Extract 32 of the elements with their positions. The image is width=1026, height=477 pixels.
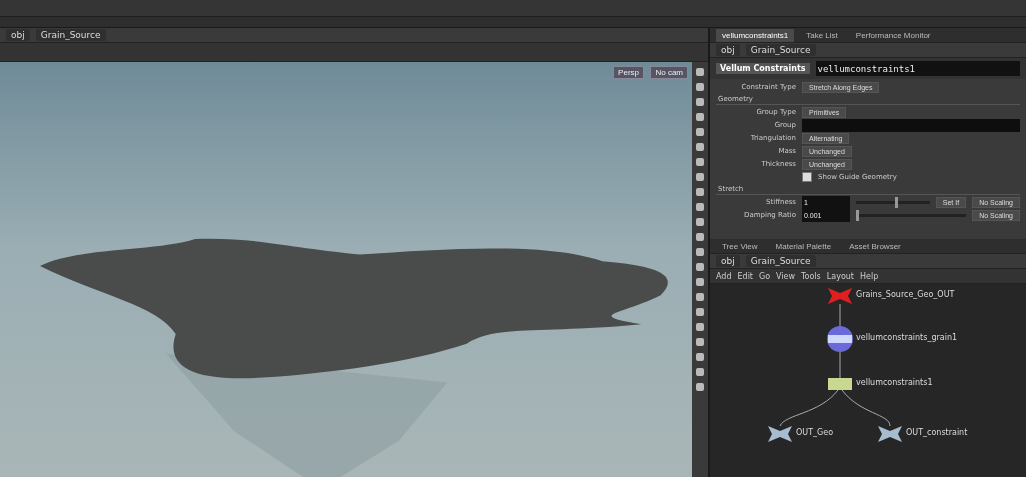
menu-item[interactable]: Tools bbox=[801, 271, 821, 281]
node-label: OUT_constraint bbox=[906, 428, 968, 437]
network-node-icon[interactable] bbox=[878, 426, 902, 442]
network-node-icon[interactable] bbox=[768, 426, 792, 442]
path-crumb[interactable]: obj bbox=[6, 29, 30, 41]
slider-thumb[interactable] bbox=[856, 209, 859, 221]
pane-tab[interactable]: vellumconstraints1 bbox=[716, 28, 795, 42]
node-label: vellumconstraints_grain1 bbox=[856, 333, 958, 342]
checkbox[interactable] bbox=[802, 172, 812, 182]
node-type-label: Vellum Constraints bbox=[716, 63, 810, 74]
slider-thumb[interactable] bbox=[894, 196, 898, 208]
node-label: vellumconstraints1 bbox=[856, 378, 933, 387]
network-node-icon[interactable] bbox=[827, 326, 853, 352]
path-crumb[interactable]: Grain_Source bbox=[745, 255, 816, 267]
network-node-icon[interactable] bbox=[828, 378, 852, 390]
param-text-field[interactable] bbox=[802, 118, 1020, 132]
node-label: Grains_Source_Geo_OUT bbox=[856, 290, 955, 299]
node-label: OUT_Geo bbox=[796, 428, 834, 437]
menu-item[interactable]: Edit bbox=[737, 271, 753, 281]
network-node-icon[interactable] bbox=[828, 288, 852, 304]
camera-menu[interactable]: No cam bbox=[650, 66, 688, 79]
menu-item[interactable]: Help bbox=[860, 271, 879, 281]
path-crumb[interactable]: obj bbox=[716, 44, 740, 56]
menu-item[interactable]: Add bbox=[716, 271, 732, 281]
menu-item[interactable]: Go bbox=[759, 271, 771, 281]
path-crumb[interactable]: Grain_Source bbox=[35, 29, 106, 41]
node-name-field[interactable]: vellumconstraints1 bbox=[815, 61, 1020, 76]
camera-menu[interactable]: Persp bbox=[613, 66, 644, 79]
path-crumb[interactable]: Grain_Source bbox=[745, 44, 816, 56]
menu-item[interactable]: Layout bbox=[826, 271, 854, 281]
path-crumb[interactable]: obj bbox=[716, 255, 740, 267]
menu-item[interactable]: View bbox=[776, 271, 796, 281]
